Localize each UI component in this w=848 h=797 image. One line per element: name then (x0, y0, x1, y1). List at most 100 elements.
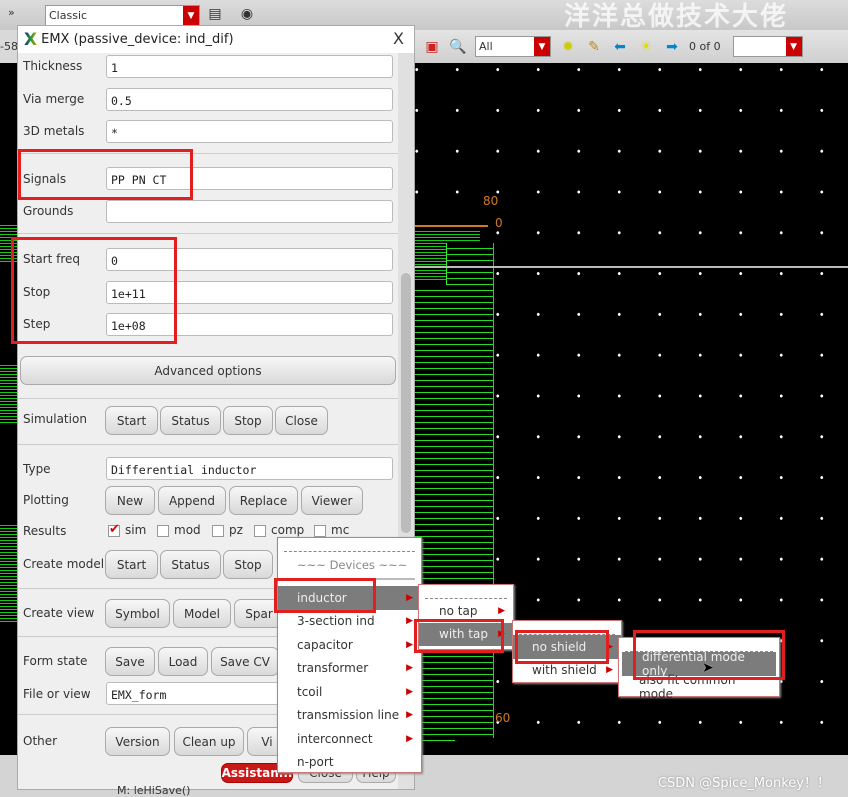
result-sim-checkbox[interactable]: sim (108, 522, 146, 537)
model-status-button[interactable]: Status (160, 550, 221, 579)
simulation-start-button[interactable]: Start (105, 406, 158, 435)
checkbox-icon[interactable] (157, 524, 169, 537)
credit-watermark: CSDN @Spice_Monkey！！ (657, 776, 830, 791)
menu-tearoff[interactable] (425, 589, 507, 599)
plotting-new-button[interactable]: New (105, 486, 155, 515)
grounds-input[interactable] (106, 200, 393, 223)
layout-canvas-left (0, 63, 18, 755)
result-mc-checkbox[interactable]: mc (314, 523, 349, 537)
create-view-label: Create view (23, 606, 95, 620)
menu-item-label: tcoil (297, 684, 323, 699)
menu-item-differential-mode-only[interactable]: differential mode only (622, 650, 776, 678)
model-start-button[interactable]: Start (105, 550, 158, 579)
start-freq-input[interactable]: 0 (106, 248, 393, 271)
create-model-label: Create model (23, 557, 105, 571)
menu-item-n-port[interactable]: n-port (278, 751, 421, 775)
advanced-options-button[interactable]: Advanced options (20, 356, 396, 385)
3d-metals-input[interactable]: * (106, 120, 393, 143)
simulation-close-button[interactable]: Close (275, 406, 328, 435)
inductor-submenu: no tap ▶ with tap ▶ (418, 584, 514, 650)
form-load-button[interactable]: Load (158, 647, 208, 676)
plotting-replace-button[interactable]: Replace (229, 486, 298, 515)
result-mod-label: mod (174, 523, 201, 537)
result-pz-checkbox[interactable]: pz (212, 523, 243, 537)
scrollbar-thumb[interactable] (401, 273, 411, 533)
axis-line (415, 266, 848, 268)
simulation-stop-button[interactable]: Stop (223, 406, 273, 435)
signals-input[interactable]: PP PN CT (106, 167, 393, 190)
plotting-append-button[interactable]: Append (158, 486, 226, 515)
checkbox-icon[interactable] (212, 524, 224, 537)
model-stop-button[interactable]: Stop (223, 550, 273, 579)
menu-item-with-tap[interactable]: with tap ▶ (419, 622, 513, 646)
search-icon[interactable]: 🔍 (449, 38, 467, 56)
brush-icon[interactable]: ✎ (585, 38, 603, 56)
simulation-status-button[interactable]: Status (160, 406, 221, 435)
menu-item-no-shield[interactable]: no shield ▶ (513, 635, 621, 659)
filter-select[interactable]: All ▼ (475, 36, 551, 57)
divider (18, 153, 398, 154)
stop-freq-input[interactable]: 1e+11 (106, 281, 393, 304)
result-mod-checkbox[interactable]: mod (157, 523, 201, 537)
submenu-arrow-icon: ▶ (606, 665, 613, 676)
menu-tearoff[interactable] (519, 625, 615, 635)
search-select[interactable]: ▼ (732, 36, 803, 57)
menu-item-inductor[interactable]: inductor ▶ (278, 586, 421, 610)
menu-item-transformer[interactable]: transformer ▶ (278, 657, 421, 681)
view-symbol-button[interactable]: Symbol (105, 599, 170, 628)
chevron-down-icon: ▼ (785, 37, 802, 56)
ruler-label: 0 (495, 216, 503, 230)
layout-select[interactable]: Classic ▼ (45, 5, 200, 26)
chevron-down-icon: ▼ (534, 37, 550, 56)
menu-item-label: 3-section ind (297, 614, 375, 629)
app-logo-icon: X (24, 29, 38, 50)
checkbox-checked-icon[interactable] (108, 522, 120, 537)
menu-item-capacitor[interactable]: capacitor ▶ (278, 633, 421, 657)
version-button[interactable]: Version (105, 727, 170, 756)
view-model-button[interactable]: Model (173, 599, 231, 628)
menu-item-also-fit-common-mode[interactable]: also fit common mode (619, 673, 779, 701)
window-icon[interactable]: ▤ (206, 5, 224, 23)
form-save-button[interactable]: Save (105, 647, 155, 676)
submenu-arrow-icon: ▶ (606, 641, 613, 652)
status-message: M: leHiSave() (117, 784, 191, 797)
form-save-cv-button[interactable]: Save CV (211, 647, 279, 676)
view-icon[interactable]: ◉ (238, 5, 256, 23)
close-icon[interactable]: X (393, 29, 404, 48)
plotting-viewer-button[interactable]: Viewer (301, 486, 363, 515)
result-comp-checkbox[interactable]: comp (254, 523, 304, 537)
thickness-input[interactable]: 1 (106, 55, 393, 78)
plotting-label: Plotting (23, 493, 69, 507)
dialog-title-bar[interactable]: X EMX (passive_device: ind_dif) X (18, 26, 414, 53)
step-freq-input[interactable]: 1e+08 (106, 313, 393, 336)
ruler-label: 60 (495, 711, 511, 725)
highlight-all-icon[interactable]: ✹ (559, 38, 577, 56)
menu-item-interconnect[interactable]: interconnect ▶ (278, 727, 421, 751)
divider (18, 398, 398, 399)
menu-tearoff[interactable] (284, 542, 415, 552)
mouse-cursor-icon: ➤ (702, 660, 714, 676)
submenu-arrow-icon: ▶ (406, 733, 413, 744)
file-or-view-label: File or view (23, 687, 91, 701)
menu-item-tcoil[interactable]: tcoil ▶ (278, 680, 421, 704)
overflow-chevron[interactable]: » (8, 6, 15, 19)
stop-freq-label: Stop (23, 285, 51, 299)
sun-icon[interactable]: ☀ (637, 38, 655, 56)
other-label: Other (23, 734, 58, 748)
checkbox-icon[interactable] (254, 524, 266, 537)
menu-item-label: n-port (297, 755, 334, 770)
layers-icon[interactable]: ▣ (423, 38, 441, 56)
clean-up-button[interactable]: Clean up (174, 727, 244, 756)
layout-select-value: Classic (49, 9, 88, 22)
type-input[interactable]: Differential inductor (106, 457, 393, 480)
dialog-title: EMX (passive_device: ind_dif) (41, 32, 234, 47)
menu-item-3-section-ind[interactable]: 3-section ind ▶ (278, 610, 421, 634)
menu-item-with-shield[interactable]: with shield ▶ (513, 659, 621, 683)
checkbox-icon[interactable] (314, 524, 326, 537)
menu-item-no-tap[interactable]: no tap ▶ (419, 599, 513, 623)
via-merge-input[interactable]: 0.5 (106, 88, 393, 111)
menu-item-transmission-line[interactable]: transmission line ▶ (278, 704, 421, 728)
devices-menu: ~~~ Devices ~~~ inductor ▶ 3-section ind ▶… (277, 537, 422, 773)
arrow-right-icon[interactable]: ➡ (663, 38, 681, 56)
arrow-left-icon[interactable]: ⬅ (611, 38, 629, 56)
